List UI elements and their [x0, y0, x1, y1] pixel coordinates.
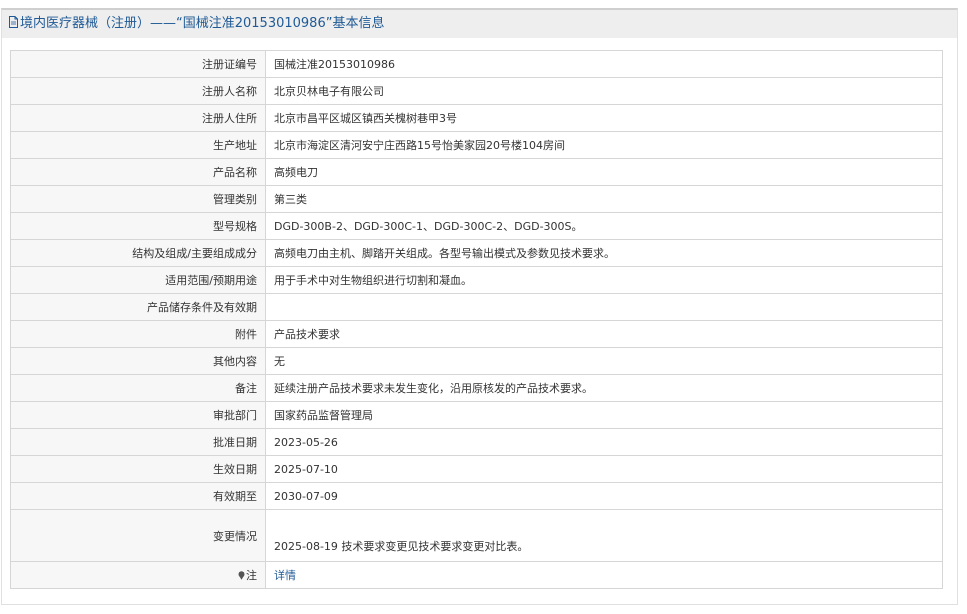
- page-title: 境内医疗器械（注册）——“国械注准20153010986”基本信息: [20, 16, 385, 31]
- table-row: 变更情况 2025-08-19 技术要求变更见技术要求变更对比表。: [10, 509, 943, 562]
- row-label: 有效期至: [10, 482, 266, 510]
- row-label: 变更情况: [10, 509, 266, 562]
- table-row: 产品储存条件及有效期: [10, 293, 943, 321]
- row-label: 产品储存条件及有效期: [10, 293, 266, 321]
- table-row: 附件 产品技术要求: [10, 320, 943, 348]
- table-row: 审批部门 国家药品监督管理局: [10, 401, 943, 429]
- row-label: 型号规格: [10, 212, 266, 240]
- table-row: 批准日期 2023-05-26: [10, 428, 943, 456]
- row-value: 北京市昌平区城区镇西关槐树巷甲3号: [265, 104, 943, 132]
- row-value: 产品技术要求: [265, 320, 943, 348]
- row-label: 审批部门: [10, 401, 266, 429]
- row-label: 其他内容: [10, 347, 266, 375]
- table-row: 型号规格 DGD-300B-2、DGD-300C-1、DGD-300C-2、DGD…: [10, 212, 943, 240]
- row-value: 2023-05-26: [265, 428, 943, 456]
- table-row: 结构及组成/主要组成成分 高频电刀由主机、脚踏开关组成。各型号输出模式及参数见技术…: [10, 239, 943, 267]
- table-row: 有效期至 2030-07-09: [10, 482, 943, 510]
- table-row: 备注 延续注册产品技术要求未发生变化，沿用原核发的产品技术要求。: [10, 374, 943, 402]
- row-value: 国家药品监督管理局: [265, 401, 943, 429]
- row-label: 注册证编号: [10, 50, 266, 78]
- row-value: 高频电刀: [265, 158, 943, 186]
- note-row: 注 详情: [10, 561, 943, 589]
- row-label: 结构及组成/主要组成成分: [10, 239, 266, 267]
- row-label: 附件: [10, 320, 266, 348]
- table-row: 其他内容无: [10, 347, 943, 375]
- row-value: 北京贝林电子有限公司: [265, 77, 943, 105]
- row-value: DGD-300B-2、DGD-300C-1、DGD-300C-2、DGD-300…: [265, 212, 943, 240]
- row-value: 北京市海淀区清河安宁庄西路15号怡美家园20号楼104房间: [265, 131, 943, 159]
- row-label: 注册人住所: [10, 104, 266, 132]
- row-value: 2030-07-09: [265, 482, 943, 510]
- table-row: 管理类别 第三类: [10, 185, 943, 213]
- row-label: 生产地址: [10, 131, 266, 159]
- row-label: 适用范围/预期用途: [10, 266, 266, 294]
- table-row: 生效日期 2025-07-10: [10, 455, 943, 483]
- table-row: 产品名称 高频电刀: [10, 158, 943, 186]
- row-label: 生效日期: [10, 455, 266, 483]
- table-row: 注册证编号 国械注准20153010986: [10, 50, 943, 78]
- note-value-cell: 详情: [265, 561, 943, 589]
- info-table: 注册证编号 国械注准20153010986 注册人名称 北京贝林电子有限公司 注册人…: [10, 50, 943, 589]
- info-panel: 境内医疗器械（注册）——“国械注准20153010986”基本信息 注册证编号国…: [1, 8, 958, 605]
- row-value: 国械注准20153010986: [265, 50, 943, 78]
- pin-icon: [238, 571, 245, 580]
- row-value: 延续注册产品技术要求未发生变化，沿用原核发的产品技术要求。: [265, 374, 943, 402]
- row-value: [265, 293, 943, 321]
- row-label: 批准日期: [10, 428, 266, 456]
- note-label: 注: [246, 569, 257, 582]
- row-value: 用于手术中对生物组织进行切割和凝血。: [265, 266, 943, 294]
- table-row: 注册人住所 北京市昌平区城区镇西关槐树巷甲3号: [10, 104, 943, 132]
- row-label: 备注: [10, 374, 266, 402]
- table-row: 注册人名称 北京贝林电子有限公司: [10, 77, 943, 105]
- table-row: 生产地址 北京市海淀区清河安宁庄西路15号怡美家园20号楼104房间: [10, 131, 943, 159]
- row-value: 2025-08-19 技术要求变更见技术要求变更对比表。: [265, 509, 943, 562]
- row-value: 无: [265, 347, 943, 375]
- row-label: 产品名称: [10, 158, 266, 186]
- row-value: 高频电刀由主机、脚踏开关组成。各型号输出模式及参数见技术要求。: [265, 239, 943, 267]
- note-label-cell: 注: [10, 561, 266, 589]
- row-label: 注册人名称: [10, 77, 266, 105]
- document-icon: [8, 16, 19, 28]
- details-link[interactable]: 详情: [274, 569, 296, 582]
- panel-header: 境内医疗器械（注册）——“国械注准20153010986”基本信息: [2, 10, 957, 38]
- row-value: 2025-07-10: [265, 455, 943, 483]
- row-value: 第三类: [265, 185, 943, 213]
- table-row: 适用范围/预期用途 用于手术中对生物组织进行切割和凝血。: [10, 266, 943, 294]
- row-label: 管理类别: [10, 185, 266, 213]
